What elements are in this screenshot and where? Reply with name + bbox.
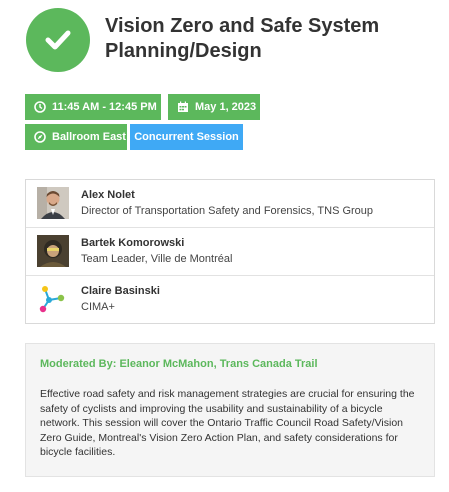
compass-icon bbox=[34, 131, 46, 143]
speaker-list: Alex Nolet Director of Transportation Sa… bbox=[25, 179, 435, 324]
time-badge: 11:45 AM - 12:45 PM bbox=[25, 94, 161, 120]
session-type-badge: Concurrent Session bbox=[130, 124, 243, 150]
speaker-row[interactable]: Bartek Komorowski Team Leader, Ville de … bbox=[26, 228, 434, 276]
date-text: May 1, 2023 bbox=[195, 101, 257, 113]
session-title: Vision Zero and Safe System Planning/Des… bbox=[105, 15, 380, 62]
speaker-role: CIMA+ bbox=[81, 301, 115, 313]
speaker-role: Director of Transportation Safety and Fo… bbox=[81, 205, 374, 217]
speaker-logo bbox=[37, 283, 69, 315]
check-icon bbox=[45, 30, 71, 50]
speaker-name: Alex Nolet bbox=[81, 189, 135, 201]
time-text: 11:45 AM - 12:45 PM bbox=[52, 101, 157, 113]
clock-icon bbox=[34, 101, 46, 113]
date-badge: May 1, 2023 bbox=[168, 94, 260, 120]
speaker-name: Bartek Komorowski bbox=[81, 237, 185, 249]
room-text: Ballroom East bbox=[52, 131, 126, 143]
calendar-icon bbox=[177, 101, 189, 113]
speaker-row[interactable]: Claire Basinski CIMA+ bbox=[26, 276, 434, 324]
session-type-text: Concurrent Session bbox=[134, 131, 239, 143]
speaker-name: Claire Basinski bbox=[81, 285, 160, 297]
speaker-avatar bbox=[37, 235, 69, 267]
session-description: Moderated By: Eleanor McMahon, Trans Can… bbox=[25, 343, 435, 477]
speaker-row[interactable]: Alex Nolet Director of Transportation Sa… bbox=[26, 180, 434, 228]
moderator-text: Moderated By: Eleanor McMahon, Trans Can… bbox=[40, 358, 318, 370]
speaker-avatar bbox=[37, 187, 69, 219]
speaker-role: Team Leader, Ville de Montréal bbox=[81, 253, 233, 265]
description-text: Effective road safety and risk managemen… bbox=[40, 388, 415, 458]
session-status-check-icon bbox=[26, 8, 90, 72]
room-badge: Ballroom East bbox=[25, 124, 127, 150]
